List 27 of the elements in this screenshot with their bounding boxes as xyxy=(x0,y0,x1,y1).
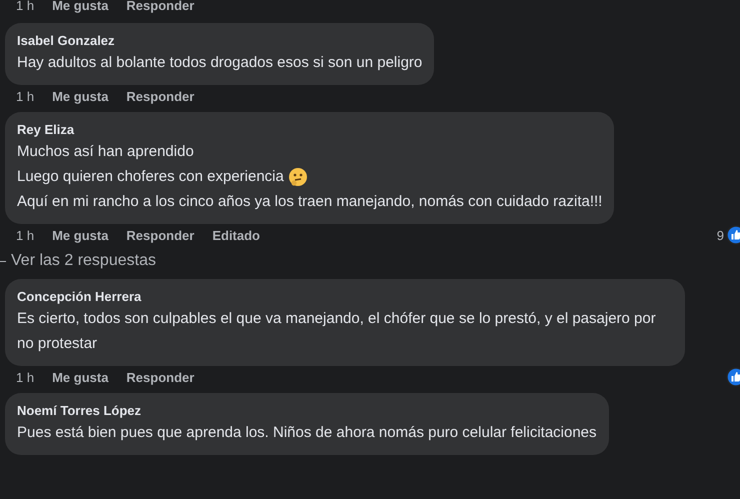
comment-author[interactable]: Isabel Gonzalez xyxy=(17,33,422,48)
reply-link[interactable]: Responder xyxy=(126,370,194,384)
reply-link[interactable]: Responder xyxy=(126,0,194,13)
comment-text: Luego quieren choferes con experiencia xyxy=(17,167,284,187)
like-icon[interactable] xyxy=(726,225,740,245)
reply-link[interactable]: Responder xyxy=(126,228,194,242)
like-link[interactable]: Me gusta xyxy=(52,0,108,13)
reaction-count: 9 xyxy=(716,228,724,242)
comment-author[interactable]: Concepción Herrera xyxy=(17,289,673,304)
like-link[interactable]: Me gusta xyxy=(52,88,108,104)
comment-text: Es cierto, todos son culpables el que va manejando, el chófer que se lo prestó, y el pasajero por no protestar xyxy=(17,309,657,354)
comment-time[interactable]: 1 h xyxy=(16,228,34,242)
like-link[interactable]: Me gusta xyxy=(52,228,108,242)
comment-author[interactable]: Rey Eliza xyxy=(17,122,602,137)
edited-label: Editado xyxy=(212,228,260,242)
comment-text: Hay adultos al bolante todos drogados esos si son un peligro xyxy=(17,53,422,73)
reply-link[interactable]: Responder xyxy=(126,88,194,104)
comment-author[interactable]: Noemí Torres López xyxy=(17,403,597,418)
comment-time[interactable]: 1 h xyxy=(16,88,34,104)
view-replies-link[interactable]: Ver las 2 respuestas xyxy=(11,252,156,270)
like-link[interactable]: Me gusta xyxy=(52,370,108,384)
comment-text: Muchos así han aprendido xyxy=(17,142,194,162)
comment-text: Aquí en mi rancho a los cinco años ya los traen manejando, nomás con cuidado razita!!! xyxy=(17,192,602,212)
comment-time[interactable]: 1 h xyxy=(16,370,34,384)
comment-time[interactable]: 1 h xyxy=(16,0,34,13)
comment-text: Pues está bien pues que aprenda los. Niños de ahora nomás puro celular felicitaciones xyxy=(17,423,597,443)
like-icon[interactable] xyxy=(726,367,740,387)
